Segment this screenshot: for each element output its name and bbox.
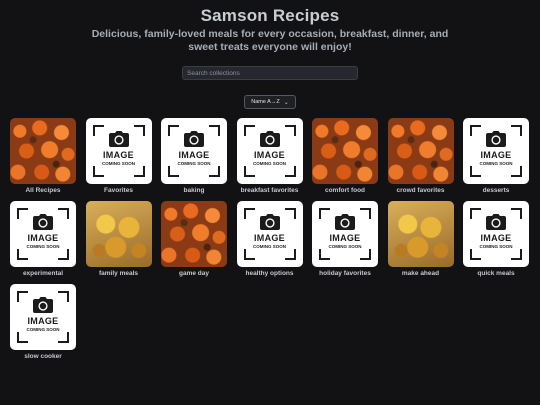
collection-card[interactable]: All Recipes (10, 118, 76, 195)
collection-label: breakfast favorites (240, 187, 299, 194)
placeholder-subtitle: COMING SOON (26, 327, 60, 332)
sort-select[interactable]: Name A→Z ⌄ (244, 95, 296, 109)
collection-label: quick meals (477, 270, 515, 277)
image-placeholder: IMAGE COMING SOON (463, 201, 529, 267)
placeholder-title: IMAGE (480, 233, 512, 243)
collection-photo (161, 201, 227, 267)
collection-card[interactable]: IMAGE COMING SOON holiday favorites (312, 201, 378, 278)
collection-label: family meals (98, 270, 139, 277)
image-placeholder: IMAGE COMING SOON (236, 118, 303, 184)
placeholder-title: IMAGE (480, 150, 512, 160)
image-placeholder: IMAGE COMING SOON (161, 118, 227, 184)
placeholder-subtitle: COMING SOON (26, 244, 60, 249)
collection-photo (312, 118, 378, 184)
placeholder-title: IMAGE (27, 233, 59, 243)
collection-card[interactable]: IMAGE COMING SOON breakfast favorites (236, 118, 303, 195)
placeholder-subtitle: COMING SOON (252, 161, 286, 166)
collection-photo (387, 118, 454, 184)
placeholder-subtitle: COMING SOON (328, 244, 362, 249)
collection-card[interactable]: crowd favorites (387, 118, 454, 195)
collection-label: crowd favorites (396, 187, 445, 194)
placeholder-title: IMAGE (253, 233, 285, 243)
collections-grid: All Recipes IMAGE COMING SOON Favorites IMAG… (10, 118, 529, 361)
collection-card[interactable]: make ahead (387, 201, 454, 278)
collection-label: All Recipes (25, 187, 61, 194)
page-title: Samson Recipes (200, 6, 340, 25)
collection-label: comfort food (324, 187, 366, 194)
placeholder-subtitle: COMING SOON (252, 244, 286, 249)
image-placeholder: IMAGE COMING SOON (10, 284, 76, 350)
image-placeholder: IMAGE COMING SOON (312, 201, 378, 267)
collection-label: Favorites (104, 187, 133, 194)
collection-card[interactable]: family meals (85, 201, 152, 278)
placeholder-subtitle: COMING SOON (479, 244, 513, 249)
chevron-down-icon: ⌄ (283, 99, 289, 106)
search-input[interactable] (182, 66, 358, 80)
collection-label: game day (179, 270, 209, 277)
placeholder-title: IMAGE (253, 150, 285, 160)
image-placeholder: IMAGE COMING SOON (10, 201, 76, 267)
placeholder-title: IMAGE (102, 150, 134, 160)
collection-label: slow cooker (24, 353, 62, 360)
collection-card[interactable]: IMAGE COMING SOON slow cooker (10, 284, 76, 361)
collection-label: healthy options (245, 270, 294, 277)
collection-card[interactable]: IMAGE COMING SOON experimental (10, 201, 76, 278)
page-subtitle: Delicious, family-loved meals for every … (91, 28, 449, 53)
collection-photo (10, 118, 76, 184)
image-placeholder: IMAGE COMING SOON (85, 118, 152, 184)
sort-selected-label: Name A→Z (251, 99, 280, 105)
placeholder-title: IMAGE (329, 233, 361, 243)
collection-label: experimental (22, 270, 64, 277)
collection-photo (387, 201, 454, 267)
collection-card[interactable]: IMAGE COMING SOON baking (161, 118, 227, 195)
placeholder-subtitle: COMING SOON (101, 161, 135, 166)
collection-card[interactable]: game day (161, 201, 227, 278)
placeholder-title: IMAGE (178, 150, 210, 160)
collection-label: desserts (482, 187, 510, 194)
collection-photo (85, 201, 152, 267)
placeholder-subtitle: COMING SOON (479, 161, 513, 166)
collection-card[interactable]: IMAGE COMING SOON desserts (463, 118, 529, 195)
image-placeholder: IMAGE COMING SOON (463, 118, 529, 184)
placeholder-subtitle: COMING SOON (177, 161, 211, 166)
collection-label: make ahead (401, 270, 440, 277)
collection-label: baking (183, 187, 205, 194)
image-placeholder: IMAGE COMING SOON (236, 201, 303, 267)
placeholder-title: IMAGE (27, 316, 59, 326)
collection-card[interactable]: IMAGE COMING SOON quick meals (463, 201, 529, 278)
collection-card[interactable]: comfort food (312, 118, 378, 195)
collection-card[interactable]: IMAGE COMING SOON healthy options (236, 201, 303, 278)
collection-label: holiday favorites (319, 270, 371, 277)
collection-card[interactable]: IMAGE COMING SOON Favorites (85, 118, 152, 195)
